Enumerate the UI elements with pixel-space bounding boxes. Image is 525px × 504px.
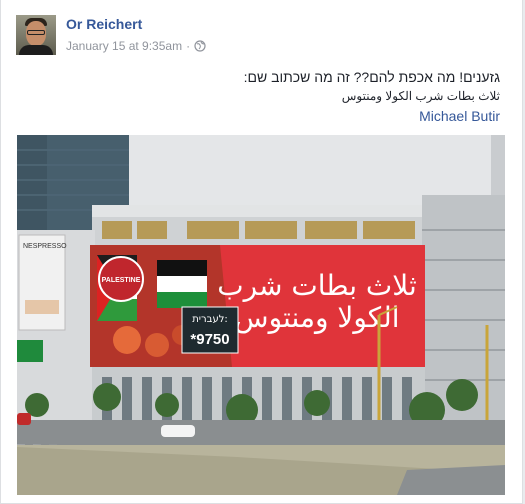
meta-separator: · (186, 39, 191, 53)
billboard-number: *9750 (190, 331, 229, 348)
billboard-badge-text: PALESTINE (102, 277, 141, 284)
nespresso-ad-text: NESPRESSO (23, 243, 67, 250)
billboard-arabic-line2: الكولا ومنتوس (234, 301, 399, 334)
post-text-arabic: ثلاث بطات شرب الكولا ومنتوس (341, 89, 500, 103)
mention-link[interactable]: Michael Butir (419, 108, 500, 124)
post-text: גזענים! מה אכפת להם?? זה מה שכתוב שם: (243, 69, 500, 85)
billboard-arabic-line1: ثلاث بطات شرب (217, 269, 417, 302)
billboard-hebrew-label: לעברית: (192, 314, 228, 325)
timestamp-link[interactable]: January 15 at 9:35am (66, 39, 182, 53)
facebook-post: Or Reichert January 15 at 9:35am · גזעני… (0, 0, 523, 504)
author-name-link[interactable]: Or Reichert (66, 16, 142, 32)
globe-icon[interactable] (194, 40, 206, 52)
post-photo[interactable]: NESPRESSO PALESTINE ثلاث بطات شرب الكولا… (17, 135, 505, 495)
post-meta: January 15 at 9:35am · (66, 39, 206, 53)
avatar[interactable] (16, 15, 56, 55)
